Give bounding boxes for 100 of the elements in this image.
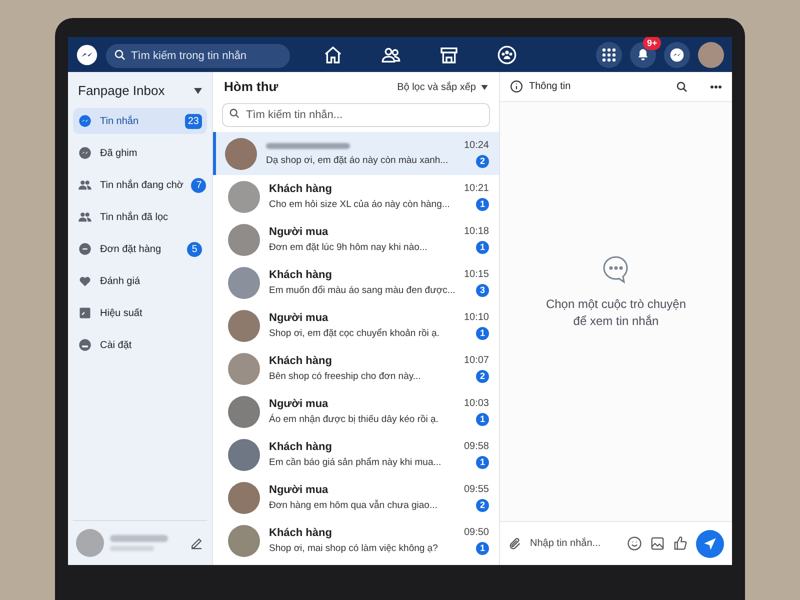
unread-count: 1 xyxy=(476,412,489,426)
unread-count: 2 xyxy=(476,154,489,168)
notification-count: 9+ xyxy=(643,37,662,50)
more-icon[interactable] xyxy=(710,84,722,88)
message-time: 10:03 xyxy=(464,398,489,410)
message-time: 10:10 xyxy=(464,312,489,324)
profile-avatar[interactable] xyxy=(698,42,724,68)
search-icon xyxy=(114,48,126,60)
message-preview: Bên shop có freeship cho đơn này... xyxy=(269,370,421,382)
unread-count: 1 xyxy=(476,240,489,254)
messenger-icon xyxy=(78,114,92,128)
contact-name: Người mua xyxy=(269,484,330,496)
contact-avatar xyxy=(228,310,260,342)
sidebar-item[interactable]: Đánh giá xyxy=(73,268,207,294)
emoji-icon[interactable] xyxy=(627,536,642,551)
contact-avatar xyxy=(228,438,260,470)
message-preview: Em cần báo giá sản phẩm này khi mua... xyxy=(269,456,442,468)
contact-avatar xyxy=(228,266,260,298)
message-time: 09:58 xyxy=(464,440,489,452)
conversation-row[interactable]: Người mua Đơn em đặt lúc 9h hôm nay khi nào... 10:18 1 xyxy=(213,218,499,261)
grid-icon xyxy=(602,48,616,62)
sidebar-item[interactable]: Cài đặt xyxy=(73,332,207,358)
message-time: 10:07 xyxy=(464,354,489,366)
apps-button[interactable] xyxy=(596,42,622,68)
people-icon xyxy=(78,210,92,224)
message-time: 10:15 xyxy=(464,268,489,280)
unread-count: 2 xyxy=(476,498,489,512)
messenger-icon xyxy=(669,46,685,62)
sidebar-item[interactable]: Hiệu suất xyxy=(73,300,207,326)
message-preview: Cho em hỏi size XL của áo này còn hàng... xyxy=(269,198,450,210)
conversation-row[interactable]: Khách hàng Em muốn đổi màu áo sang màu đen được... 10:15 3 xyxy=(213,261,499,304)
conversation-row[interactable]: Người mua Áo em nhận được bị thiếu dây kéo rồi ạ. 10:03 1 xyxy=(213,390,499,433)
unread-count: 5 xyxy=(187,242,202,256)
image-icon[interactable] xyxy=(650,536,665,551)
conversation-row[interactable]: Khách hàng Shop ơi, mai shop có làm việc không ạ? 09:50 1 xyxy=(213,519,499,562)
unread-count: 2 xyxy=(476,370,489,382)
message-preview: Dạ shop ơi, em đặt áo này còn màu xanh... xyxy=(266,155,448,167)
send-button[interactable] xyxy=(696,530,724,558)
message-preview: Shop ơi, em đặt cọc chuyển khoản rồi ạ. xyxy=(269,328,440,340)
message-time: 09:55 xyxy=(464,484,489,496)
contact-avatar xyxy=(228,352,260,384)
unread-count: 1 xyxy=(476,456,489,468)
message-preview: Đơn hàng em hôm qua vẫn chưa giao... xyxy=(269,500,438,512)
message-time: 10:21 xyxy=(464,182,489,194)
pencil-icon[interactable] xyxy=(189,536,204,550)
contact-avatar xyxy=(228,224,260,256)
messenger-logo-icon[interactable] xyxy=(76,44,98,66)
message-time: 10:18 xyxy=(464,226,489,238)
message-preview: Shop ơi, mai shop có làm việc không ạ? xyxy=(269,542,438,554)
conversation-row[interactable]: Khách hàng Bên shop có freeship cho đơn này... 10:07 2 xyxy=(213,347,499,390)
conversation-row[interactable]: Khách hàng Em cần báo giá sản phẩm này khi mua... 09:58 1 xyxy=(213,433,499,476)
sidebar-item[interactable]: Tin nhắn đã lọc xyxy=(73,204,207,230)
contact-name: Người mua xyxy=(269,226,330,238)
filter-dropdown[interactable]: Bộ lọc và sắp xếp xyxy=(397,80,488,94)
conversation-row[interactable]: Người mua Đơn hàng em hôm qua vẫn chưa giao... 09:55 2 xyxy=(213,476,499,519)
unread-count: 23 xyxy=(184,114,202,128)
paperclip-icon[interactable] xyxy=(508,536,522,552)
contact-avatar xyxy=(228,482,260,514)
empty-state-message: Chọn một cuộc trò chuyện để xem tin nhắn xyxy=(546,296,686,330)
contact-name: Khách hàng xyxy=(269,440,333,454)
message-time: 09:50 xyxy=(464,526,489,538)
messenger-icon xyxy=(78,146,92,160)
search-icon xyxy=(229,108,240,119)
unread-count: 3 xyxy=(476,284,489,296)
send-icon xyxy=(703,536,717,550)
message-time: 10:24 xyxy=(464,140,489,152)
messenger-button[interactable] xyxy=(664,42,690,68)
unread-count: 1 xyxy=(476,198,489,210)
sidebar-item[interactable]: Tin nhắn đang chờ 7 xyxy=(73,172,207,198)
sidebar-item[interactable]: Tin nhắn 23 xyxy=(73,108,207,134)
contact-avatar xyxy=(228,396,260,428)
blurred-subtitle xyxy=(110,546,154,551)
contact-name: Người mua xyxy=(269,398,330,410)
home-icon xyxy=(323,44,343,64)
unread-count: 7 xyxy=(191,178,206,192)
contact-name: Khách hàng xyxy=(269,182,333,196)
conversation-row[interactable]: Dạ shop ơi, em đặt áo này còn màu xanh... 10:24 2 xyxy=(213,132,499,175)
unread-count: 1 xyxy=(476,326,489,340)
contact-name: Khách hàng xyxy=(269,268,333,282)
conversation-row[interactable]: Khách hàng Cho em hỏi size XL của áo này còn hàng... 10:21 1 xyxy=(213,175,499,218)
info-icon[interactable] xyxy=(510,80,523,93)
sidebar-item[interactable]: Đã ghim xyxy=(73,140,207,166)
sidebar-item[interactable]: Đơn đặt hàng 5 xyxy=(73,236,207,262)
storefront-icon xyxy=(439,44,459,64)
caret-icon[interactable] xyxy=(194,88,202,94)
message-preview: Áo em nhận được bị thiếu dây kéo rồi ạ. xyxy=(269,414,438,426)
sidebar-title: Fanpage Inbox xyxy=(78,82,165,100)
group-icon xyxy=(497,44,517,64)
contact-avatar xyxy=(228,180,260,212)
message-input[interactable]: Nhập tin nhắn... xyxy=(530,536,619,551)
thumbs-up-icon[interactable] xyxy=(673,536,688,551)
search-icon[interactable] xyxy=(676,80,688,92)
conversation-row[interactable]: Người mua Shop ơi, em đặt cọc chuyển khoản rồi ạ. 10:10 1 xyxy=(213,304,499,347)
contact-avatar xyxy=(228,524,260,556)
message-preview: Đơn em đặt lúc 9h hôm nay khi nào... xyxy=(269,242,428,254)
message-preview: Em muốn đổi màu áo sang màu đen được... xyxy=(269,284,456,296)
notifications-button[interactable] xyxy=(630,42,656,68)
info-label: Thông tin xyxy=(529,80,572,94)
contact-name: Người mua xyxy=(269,312,330,324)
blurred-name xyxy=(110,535,168,542)
